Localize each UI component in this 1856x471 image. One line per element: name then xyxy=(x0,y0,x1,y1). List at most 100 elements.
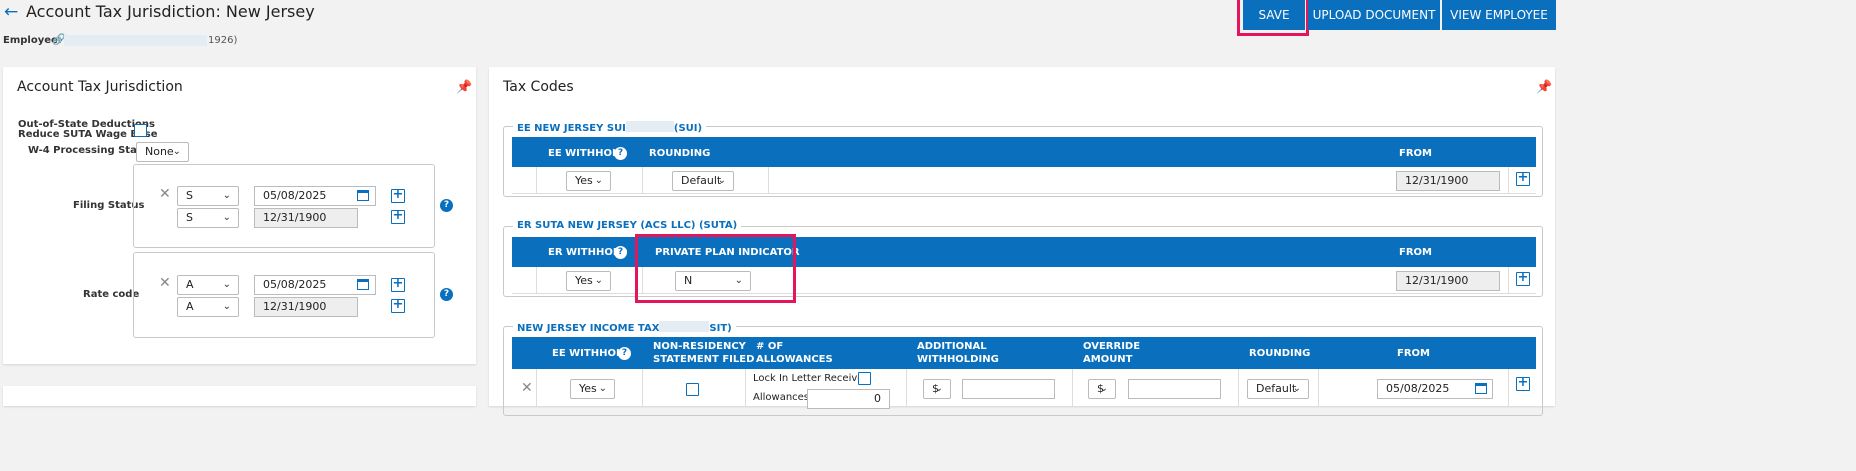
sit-col-override-1: OVERRIDE xyxy=(1083,341,1141,352)
rate-value-1: A xyxy=(186,278,194,291)
sit-from-field[interactable]: 05/08/2025 xyxy=(1377,379,1493,399)
calendar-icon[interactable] xyxy=(1475,383,1487,394)
rate-date-1-value: 05/08/2025 xyxy=(263,278,327,291)
sui-rounding-select[interactable]: Default ⌄ xyxy=(672,171,734,191)
sit-rounding-select[interactable]: Default ⌄ xyxy=(1247,379,1309,399)
chevron-down-icon: ⌄ xyxy=(598,383,607,394)
filing-select-2[interactable]: S ⌄ xyxy=(177,208,239,228)
sit-rounding-value: Default xyxy=(1256,382,1297,395)
sui-rounding-value: Default xyxy=(681,174,722,187)
sit-col-addl-1: ADDITIONAL xyxy=(917,341,987,352)
add-sui-row-icon[interactable]: + xyxy=(1516,171,1530,186)
redacted-text xyxy=(659,321,710,332)
sit-col-from: FROM xyxy=(1397,348,1430,359)
sui-col-rounding: ROUNDING xyxy=(649,148,711,159)
rate-select-1[interactable]: A ⌄ xyxy=(177,275,239,295)
filing-help-icon[interactable]: ? xyxy=(440,199,453,212)
sui-from-value: 12/31/1900 xyxy=(1405,174,1469,187)
rate-code-label: Rate code xyxy=(83,289,140,300)
sui-legend-a: EE NEW JERSEY SUI xyxy=(517,123,626,134)
chevron-down-icon: ⌄ xyxy=(1099,383,1108,394)
redacted-text xyxy=(625,121,674,132)
w4-select[interactable]: None ⌄ xyxy=(136,142,189,162)
sit-legend-a: NEW JERSEY INCOME TAX xyxy=(517,323,660,334)
sit-legend: NEW JERSEY INCOME TAX SIT) xyxy=(513,320,736,334)
suta-withhold-value: Yes xyxy=(575,274,593,287)
close-icon[interactable]: ✕ xyxy=(521,380,533,396)
add-rate-row-icon[interactable]: + xyxy=(391,298,405,313)
sui-withhold-select[interactable]: Yes ⌄ xyxy=(566,171,611,191)
pin-icon[interactable]: 📌 xyxy=(456,80,472,95)
sui-col-from: FROM xyxy=(1399,148,1432,159)
addl-withholding-input[interactable] xyxy=(962,379,1055,399)
oos-checkbox[interactable] xyxy=(134,124,147,137)
sui-header-row: EE WITHHOLD ? ROUNDING FROM xyxy=(512,137,1536,167)
chevron-down-icon: ⌄ xyxy=(172,146,181,157)
ppi-highlight xyxy=(635,234,796,303)
view-employee-button[interactable]: VIEW EMPLOYEE xyxy=(1442,0,1556,30)
override-unit-select[interactable]: $ ⌄ xyxy=(1088,379,1116,399)
back-arrow-icon[interactable]: ← xyxy=(4,2,18,22)
secondary-card xyxy=(3,386,476,406)
add-filing-row-icon[interactable]: + xyxy=(391,188,405,203)
nonresidency-checkbox[interactable] xyxy=(686,383,699,396)
add-suta-row-icon[interactable]: + xyxy=(1516,271,1530,286)
suta-withhold-select[interactable]: Yes ⌄ xyxy=(566,271,611,291)
employee-name-redacted xyxy=(64,35,207,46)
filing-date-1[interactable]: 05/08/2025 xyxy=(254,186,376,206)
sit-withhold-select[interactable]: Yes ⌄ xyxy=(570,379,615,399)
add-sit-row-icon[interactable]: + xyxy=(1516,376,1530,391)
add-rate-row-icon[interactable]: + xyxy=(391,277,405,292)
sui-legend-b: (SUI) xyxy=(673,123,703,134)
chevron-down-icon: ⌄ xyxy=(222,190,231,201)
page-title: Account Tax Jurisdiction: New Jersey xyxy=(26,2,315,21)
calendar-icon[interactable] xyxy=(357,279,369,290)
addl-unit-select[interactable]: $ ⌄ xyxy=(923,379,951,399)
suta-legend: ER SUTA NEW JERSEY (ACS LLC) (SUTA) xyxy=(513,220,742,231)
sit-col-allow-2: ALLOWANCES xyxy=(756,354,833,365)
account-tax-jurisdiction-card: Account Tax Jurisdiction 📌 Out-of-State … xyxy=(3,67,476,364)
allowances-input[interactable]: 0 xyxy=(807,389,890,409)
add-filing-row-icon[interactable]: + xyxy=(391,209,405,224)
sit-col-allow-1: # OF xyxy=(756,341,784,352)
sit-group: NEW JERSEY INCOME TAX SIT) EE WITHHOLD ? … xyxy=(503,320,1543,416)
rate-date-1[interactable]: 05/08/2025 xyxy=(254,275,376,295)
rate-value-2: A xyxy=(186,300,194,313)
help-icon[interactable]: ? xyxy=(614,147,627,160)
tax-codes-title: Tax Codes xyxy=(503,79,574,95)
upload-document-button[interactable]: UPLOAD DOCUMENT xyxy=(1308,0,1440,30)
filing-date-2-value: 12/31/1900 xyxy=(263,211,327,224)
allowances-value: 0 xyxy=(874,392,881,405)
sit-col-addl-2: WITHHOLDING xyxy=(917,354,999,365)
close-icon[interactable]: ✕ xyxy=(159,275,171,291)
lock-letter-label: Lock In Letter Received xyxy=(753,373,870,384)
calendar-icon[interactable] xyxy=(357,190,369,201)
rate-select-2[interactable]: A ⌄ xyxy=(177,297,239,317)
help-icon[interactable]: ? xyxy=(614,246,627,259)
rate-date-2: 12/31/1900 xyxy=(254,297,358,317)
chevron-down-icon: ⌄ xyxy=(1292,383,1301,394)
help-icon[interactable]: ? xyxy=(618,347,631,360)
employee-id-suffix: 1926) xyxy=(208,35,238,46)
pin-icon[interactable]: 📌 xyxy=(1536,80,1552,95)
sit-data-row: ✕ Yes ⌄ Lock In Letter Received Allowance… xyxy=(512,369,1536,409)
rate-help-icon[interactable]: ? xyxy=(440,288,453,301)
chevron-down-icon: ⌄ xyxy=(934,383,943,394)
sit-col-rounding: ROUNDING xyxy=(1249,348,1311,359)
sit-col-nonres-1: NON-RESIDENCY xyxy=(653,341,746,352)
filing-select-1[interactable]: S ⌄ xyxy=(177,186,239,206)
sit-col-nonres-2: STATEMENT FILED xyxy=(653,354,755,365)
override-amount-input[interactable] xyxy=(1128,379,1221,399)
sui-group: EE NEW JERSEY SUI (SUI) EE WITHHOLD ? ROU… xyxy=(503,120,1543,197)
sui-data-row: Yes ⌄ Default ⌄ 12/31/1900 + xyxy=(512,167,1536,194)
sit-from-value: 05/08/2025 xyxy=(1386,382,1450,395)
close-icon[interactable]: ✕ xyxy=(159,186,171,202)
chevron-down-icon: ⌄ xyxy=(222,301,231,312)
chevron-down-icon: ⌄ xyxy=(594,175,603,186)
filing-status-group: ✕ S ⌄ 05/08/2025 + S ⌄ 12/31/1900 + xyxy=(133,164,435,248)
suta-from-field: 12/31/1900 xyxy=(1396,271,1500,291)
chevron-down-icon: ⌄ xyxy=(222,212,231,223)
chevron-down-icon: ⌄ xyxy=(222,279,231,290)
card-title: Account Tax Jurisdiction xyxy=(17,79,183,95)
lock-letter-checkbox[interactable] xyxy=(858,372,871,385)
